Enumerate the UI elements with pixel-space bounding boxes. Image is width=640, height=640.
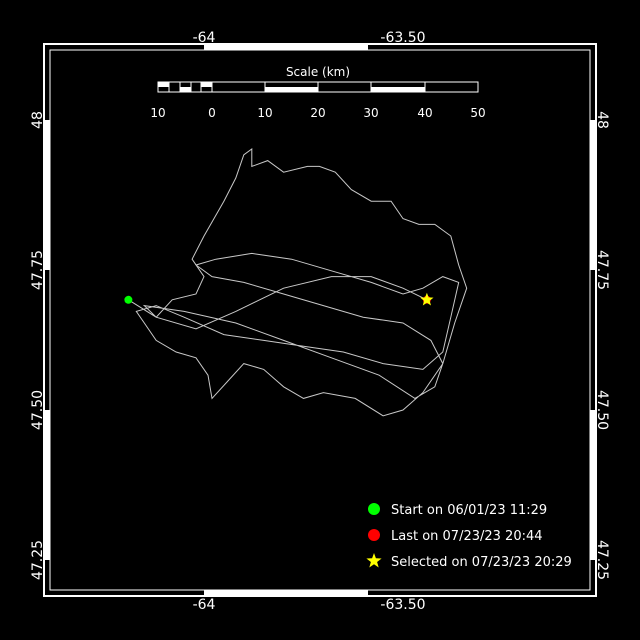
scale-label-20: 20: [310, 106, 325, 120]
y-tick-left-47-75: 47.75: [30, 250, 46, 290]
scale-label-10-left: 10: [150, 106, 165, 120]
y-tick-right-48: 48: [594, 111, 610, 129]
start-position-marker: [124, 295, 133, 304]
drifter-track-map: -64 -63.50 -64 -63.50 48 47.75 47.50 47.…: [30, 30, 610, 613]
scale-label-50: 50: [470, 106, 485, 120]
scale-title: Scale (km): [286, 65, 350, 79]
legend-star-icon: [366, 553, 382, 568]
y-tick-left-47-25: 47.25: [30, 540, 46, 580]
legend-last-label: Last on 07/23/23 20:44: [391, 529, 543, 544]
legend-selected-label: Selected on 07/23/23 20:29: [391, 555, 572, 570]
legend-start-label: Start on 06/01/23 11:29: [391, 503, 547, 518]
x-tick-top-left: -64: [193, 30, 216, 46]
scale-label-10: 10: [257, 106, 272, 120]
legend-start-dot: [368, 503, 380, 515]
legend: Start on 06/01/23 11:29 Last on 07/23/23…: [366, 503, 572, 570]
scale-bar-segments: [158, 82, 425, 92]
scale-label-40: 40: [417, 106, 432, 120]
y-tick-right-47-50: 47.50: [594, 390, 610, 430]
x-tick-top-right: -63.50: [380, 30, 425, 46]
legend-last-dot: [368, 529, 380, 541]
y-tick-left-48: 48: [30, 111, 46, 129]
x-tick-bottom-right: -63.50: [380, 597, 425, 613]
y-tick-right-47-75: 47.75: [594, 250, 610, 290]
scale-label-0: 0: [208, 106, 216, 120]
scale-bar: Scale (km) 10 0 10 20 30 40 50: [150, 65, 485, 120]
scale-label-30: 30: [363, 106, 378, 120]
y-tick-left-47-50: 47.50: [30, 390, 46, 430]
x-tick-bottom-left: -64: [193, 597, 216, 613]
y-tick-right-47-25: 47.25: [594, 540, 610, 580]
drifter-track: [128, 148, 468, 417]
